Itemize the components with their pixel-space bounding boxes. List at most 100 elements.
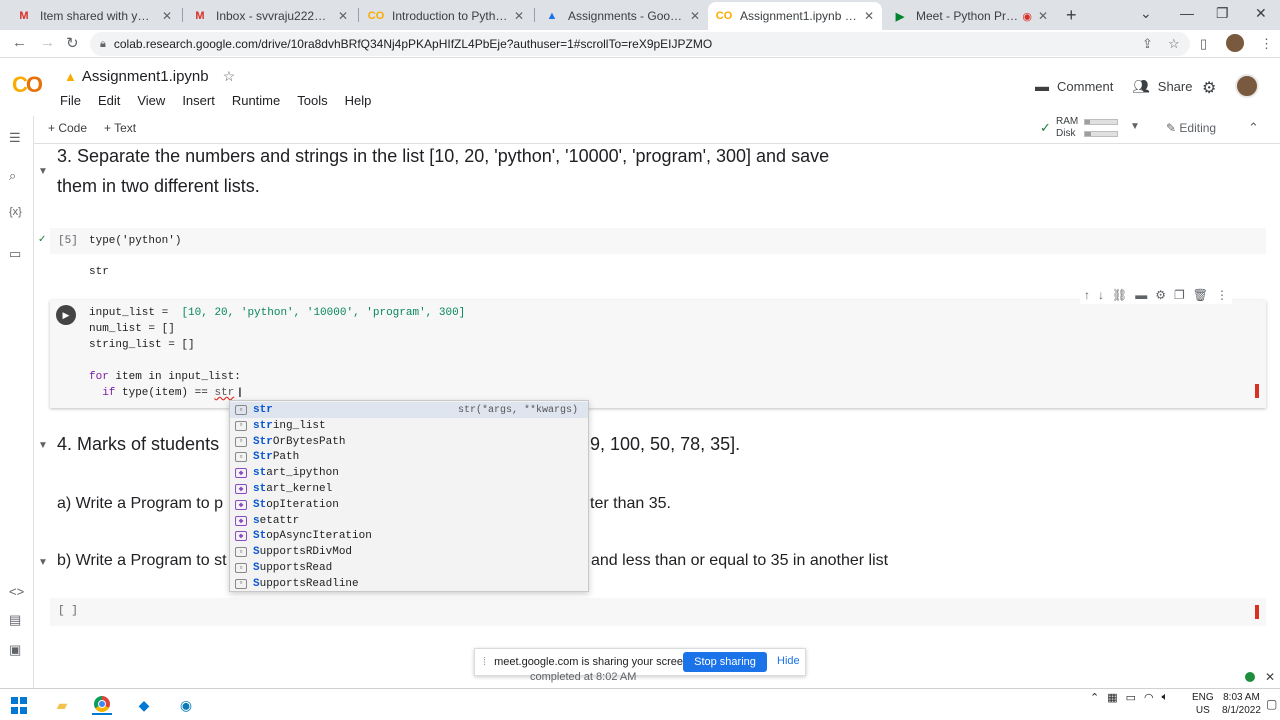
section-collapse-icon[interactable]: ▼ bbox=[38, 440, 48, 451]
comment-button[interactable]: ▬ Comment bbox=[1035, 78, 1113, 94]
search-icon[interactable]: ⌕ bbox=[9, 168, 16, 184]
share-page-icon[interactable]: ⇪ bbox=[1142, 36, 1153, 52]
terminal-icon[interactable]: ▣ bbox=[9, 642, 21, 658]
variables-icon[interactable]: {x} bbox=[9, 206, 22, 218]
file-explorer-icon[interactable]: ▰ bbox=[52, 695, 72, 715]
menu-help[interactable]: Help bbox=[345, 93, 372, 108]
autocomplete-item[interactable]: ▫ Suppor tsRead bbox=[230, 560, 588, 576]
drag-handle-icon[interactable]: ⁞ bbox=[483, 656, 486, 668]
close-tab-icon[interactable]: ✕ bbox=[162, 9, 172, 23]
section-collapse-icon[interactable]: ▼ bbox=[38, 166, 48, 177]
share-button[interactable]: 👥︎ Share bbox=[1132, 78, 1192, 95]
close-status-icon[interactable]: ✕ bbox=[1265, 670, 1275, 684]
browser-menu-icon[interactable]: ⋮ bbox=[1260, 36, 1273, 52]
back-icon[interactable]: ← bbox=[12, 34, 27, 51]
autocomplete-item[interactable]: ◆ st art_ipython bbox=[230, 465, 588, 481]
comment-icon: ▬ bbox=[1035, 78, 1049, 94]
chrome-icon[interactable] bbox=[92, 695, 112, 715]
url-text: colab.research.google.com/drive/10ra8dvh… bbox=[113, 37, 713, 51]
vscode-icon[interactable]: ◆ bbox=[134, 695, 154, 715]
browser-tab[interactable]: M Inbox - svvraju222@gmail.co ✕ bbox=[184, 2, 356, 30]
battery-icon[interactable]: ▭ bbox=[1126, 691, 1136, 704]
browser-tab-active[interactable]: CO Assignment1.ipynb - Colab ✕ bbox=[708, 2, 882, 30]
menu-tools[interactable]: Tools bbox=[297, 93, 327, 108]
colab-logo[interactable]: CO bbox=[12, 72, 43, 98]
cell-code[interactable]: type('python') bbox=[89, 233, 181, 249]
network-icon[interactable]: ▦ bbox=[1107, 691, 1117, 704]
autocomplete-item[interactable]: ◆ St opAsyncIteration bbox=[230, 528, 588, 544]
new-tab-icon[interactable]: + bbox=[1066, 5, 1077, 26]
move-down-icon[interactable]: ↓ bbox=[1098, 288, 1104, 302]
menu-file[interactable]: File bbox=[60, 93, 81, 108]
menu-insert[interactable]: Insert bbox=[182, 93, 215, 108]
tray-expand-icon[interactable]: ⌃ bbox=[1090, 691, 1099, 704]
clock[interactable]: 8:03 AM 8/1/2022 bbox=[1222, 691, 1261, 717]
close-tab-icon[interactable]: ✕ bbox=[864, 9, 874, 23]
reload-icon[interactable]: ↻ bbox=[66, 34, 79, 52]
code-snippets-icon[interactable]: <> bbox=[9, 584, 24, 599]
browser-tab[interactable]: ▶ Meet - Python Program ◉ ✕ bbox=[884, 2, 1056, 30]
link-icon[interactable]: ⛓︎ bbox=[1112, 288, 1127, 302]
resources-dropdown-icon[interactable]: ▼ bbox=[1130, 121, 1140, 132]
browser-tab[interactable]: M Item shared with you: "assig ✕ bbox=[8, 2, 180, 30]
delete-icon[interactable]: 🗑︎ bbox=[1193, 288, 1208, 302]
command-palette-icon[interactable]: ▤ bbox=[9, 612, 21, 628]
code-cell-empty[interactable] bbox=[50, 598, 1266, 626]
autocomplete-item[interactable]: ◆ s et attr bbox=[230, 513, 588, 529]
settings-gear-icon[interactable]: ⚙ bbox=[1155, 288, 1166, 302]
run-cell-button[interactable]: ▶ bbox=[56, 305, 76, 325]
editing-mode-button[interactable]: ✎ Editing bbox=[1166, 121, 1216, 135]
close-tab-icon[interactable]: ✕ bbox=[690, 9, 700, 23]
move-up-icon[interactable]: ↑ bbox=[1084, 288, 1090, 302]
add-text-button[interactable]: + Text bbox=[104, 121, 136, 135]
autocomplete-item[interactable]: ▫ Suppor tsRDivMod bbox=[230, 544, 588, 560]
wifi-icon[interactable]: ◠ bbox=[1144, 691, 1154, 704]
notebook-title[interactable]: Assignment1.ipynb bbox=[82, 68, 209, 85]
table-of-contents-icon[interactable]: ☰ bbox=[9, 130, 21, 146]
close-tab-icon[interactable]: ✕ bbox=[1038, 9, 1048, 23]
forward-icon[interactable]: → bbox=[40, 34, 55, 51]
mirror-cell-icon[interactable]: ❐ bbox=[1174, 288, 1185, 302]
autocomplete-item[interactable]: ▫ Str OrBytesPath bbox=[230, 434, 588, 450]
hide-button[interactable]: Hide bbox=[777, 655, 800, 667]
tab-search-icon[interactable]: ⌄ bbox=[1140, 5, 1152, 22]
url-field[interactable]: 🔒︎ colab.research.google.com/drive/10ra8… bbox=[90, 32, 1190, 56]
comment-icon[interactable]: ▬ bbox=[1135, 288, 1147, 302]
autocomplete-item[interactable]: ▫ Str Path bbox=[230, 449, 588, 465]
profile-avatar[interactable] bbox=[1226, 34, 1244, 52]
settings-gear-icon[interactable]: ⚙ bbox=[1202, 78, 1216, 98]
menu-runtime[interactable]: Runtime bbox=[232, 93, 280, 108]
section-collapse-icon[interactable]: ▼ bbox=[38, 557, 48, 568]
windows-start-icon[interactable] bbox=[10, 695, 28, 715]
sidebar-icon[interactable]: ▯ bbox=[1200, 36, 1207, 52]
collapse-header-icon[interactable]: ⌃ bbox=[1248, 120, 1259, 136]
add-code-button[interactable]: + Code bbox=[48, 121, 87, 135]
code-editor[interactable]: input_list = [10, 20, 'python', '10000',… bbox=[89, 305, 465, 401]
avatar[interactable] bbox=[1235, 74, 1259, 98]
close-tab-icon[interactable]: ✕ bbox=[514, 9, 524, 23]
close-window-icon[interactable]: ✕ bbox=[1255, 5, 1267, 22]
language-indicator[interactable]: ENG US bbox=[1192, 691, 1214, 717]
stop-sharing-button[interactable]: Stop sharing bbox=[683, 652, 767, 672]
browser-tab[interactable]: CO Introduction to Python.ipynb ✕ bbox=[360, 2, 532, 30]
star-icon[interactable]: ☆ bbox=[223, 68, 236, 85]
bookmark-star-icon[interactable]: ☆ bbox=[1168, 36, 1180, 52]
minimize-icon[interactable]: — bbox=[1180, 5, 1194, 21]
autocomplete-item[interactable]: ▫ str str(*args, **kwargs) bbox=[230, 402, 588, 418]
app-icon[interactable]: ◉ bbox=[176, 695, 196, 715]
question-4b-text: b) Write a Program to st bbox=[57, 552, 227, 569]
autocomplete-item[interactable]: ◆ St opIteration bbox=[230, 497, 588, 513]
autocomplete-item[interactable]: ▫ Suppor tsReadline bbox=[230, 576, 588, 592]
volume-icon[interactable]: 🔈︎ bbox=[1162, 691, 1169, 704]
code-cell-executed[interactable] bbox=[50, 228, 1266, 254]
menu-edit[interactable]: Edit bbox=[98, 93, 120, 108]
more-options-icon[interactable]: ⋮ bbox=[1216, 288, 1228, 302]
notifications-icon[interactable]: ▢ bbox=[1266, 697, 1277, 711]
files-folder-icon[interactable]: ▭ bbox=[9, 246, 21, 262]
close-tab-icon[interactable]: ✕ bbox=[338, 9, 348, 23]
autocomplete-item[interactable]: ▫ str ing_list bbox=[230, 418, 588, 434]
autocomplete-item[interactable]: ◆ st art_kernel bbox=[230, 481, 588, 497]
maximize-icon[interactable]: ❐ bbox=[1216, 5, 1229, 22]
menu-view[interactable]: View bbox=[137, 93, 165, 108]
browser-tab[interactable]: ▲ Assignments - Google Drive ✕ bbox=[536, 2, 708, 30]
